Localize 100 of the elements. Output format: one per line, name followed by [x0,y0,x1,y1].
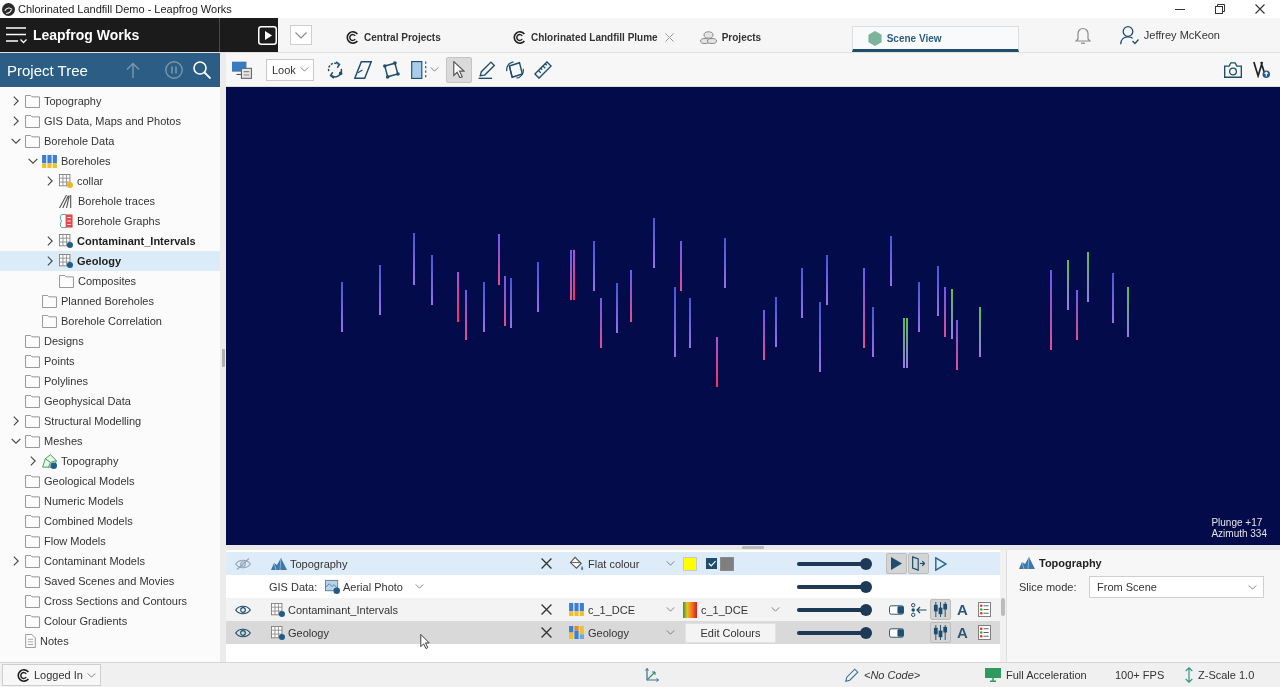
slanted-lines-icon [59,194,74,208]
tree-item[interactable]: Boreholes [0,151,220,171]
tree-item[interactable]: Borehole Data [0,131,220,151]
tree-item[interactable]: Borehole traces [0,191,220,211]
folder-icon [25,534,40,548]
eye-icon[interactable] [234,627,251,638]
close-icon [540,558,552,569]
tree-item[interactable]: Cross Sections and Contours [0,591,220,611]
chevron-right-icon[interactable] [47,236,53,246]
colour-mode-dropdown[interactable]: c_1_DCE [569,599,675,620]
chevron-down-icon[interactable] [11,438,21,444]
label-button[interactable]: A [952,599,973,620]
view-mode-dropdown[interactable]: Look [266,58,314,81]
chevron-right-icon[interactable] [13,556,19,566]
folder-icon [25,334,40,348]
tree-item[interactable]: Structural Modelling [0,411,220,431]
tab-list-button[interactable] [290,25,312,45]
tree-item[interactable]: GIS Data, Maps and Photos [0,111,220,131]
chevron-down-icon[interactable] [11,138,21,144]
chevron-right-icon[interactable] [13,116,19,126]
document-icon [25,634,36,648]
code-button[interactable]: <No Code> [845,668,921,682]
slider-thumb[interactable] [860,557,872,570]
close-tab-button[interactable] [662,30,677,45]
tree-item[interactable]: Meshes [0,431,220,451]
chevron-right-icon[interactable] [47,176,53,186]
checkbox[interactable] [706,558,717,569]
field-dropdown[interactable]: From Scene [1089,576,1264,598]
label-button[interactable]: A [952,622,973,643]
chevron-right-icon[interactable] [47,256,53,266]
bars-button[interactable] [930,622,951,643]
caret-icon [1248,584,1257,590]
slider-thumb[interactable] [860,580,872,593]
tree-item[interactable]: Numeric Models [0,491,220,511]
scene-view[interactable]: Plunge +17 Azimuth 334 [226,87,1280,545]
opacity-slider[interactable] [797,580,872,593]
window-title: Chlorinated Landfill Demo - Leapfrog Works [18,3,232,15]
resize-handle[interactable] [742,546,764,549]
scrollbar[interactable] [1001,598,1005,616]
tree-item[interactable]: Geological Models [0,471,220,491]
chevron-right-icon[interactable] [30,456,36,466]
shape-row[interactable]: Contaminant_Intervals c_1_DCE c_1_DCE A [226,598,1000,621]
tree-item[interactable]: collar [0,171,220,191]
tree-item[interactable]: Polylines [0,371,220,391]
edit-colours-button[interactable]: Edit Colours [685,622,776,643]
select-button[interactable] [446,56,472,83]
colour-mode-dropdown[interactable]: Flat colour [569,553,675,574]
tree-item[interactable]: Borehole Correlation [0,311,220,331]
colour-swatch-icon[interactable] [683,556,697,571]
chevron-down-icon[interactable] [28,158,38,164]
table-icon [59,254,73,268]
tree-item[interactable]: Contaminant Models [0,551,220,571]
shape-row[interactable]: Topography Flat colour [226,552,1000,575]
tab[interactable]: Scene View [851,26,1019,52]
opacity-slider[interactable] [797,626,872,639]
vertical-arrows-icon [1185,667,1193,683]
folder-icon [25,114,40,128]
colour-swatch-icon[interactable] [720,556,734,571]
tree-item[interactable]: Points [0,351,220,371]
remove-button[interactable] [540,604,552,615]
chevron-right-icon[interactable] [13,96,19,106]
slider-thumb[interactable] [860,603,872,616]
tree-item[interactable]: Colour Gradients [0,611,220,631]
slice-button[interactable] [908,553,929,574]
opacity-slider[interactable] [797,603,872,616]
tree-item[interactable]: Composites [0,271,220,291]
tree-item[interactable]: Topography [0,91,220,111]
remove-button[interactable] [540,558,552,569]
chevron-right-icon[interactable] [13,416,19,426]
colour-mode-dropdown[interactable]: Geology [569,622,675,643]
remove-button[interactable] [540,627,552,638]
tree-item[interactable]: Flow Models [0,531,220,551]
bars-button[interactable] [930,599,951,620]
c-logo-icon [513,31,526,44]
tree-item[interactable]: Topography [0,451,220,471]
user-menu-button[interactable]: Jeffrey McKeon [1119,25,1220,45]
tree-item[interactable]: Notes [0,631,220,651]
tree-item[interactable]: Combined Models [0,511,220,531]
eye-icon[interactable] [234,604,251,615]
tree-item[interactable]: Geology [0,251,220,271]
colourmap-dropdown[interactable]: c_1_DCE [683,599,780,620]
stack-icon [699,30,717,45]
tree-item[interactable]: Saved Scenes and Movies [0,571,220,591]
opacity-slider[interactable] [797,557,872,570]
tab[interactable]: Chlorinated Landfill Plume [498,26,685,52]
tree-item[interactable]: Designs [0,331,220,351]
user-icon [1119,25,1139,45]
resize-handle[interactable] [221,348,225,367]
slider-thumb[interactable] [860,626,872,639]
source-dropdown[interactable]: Aerial Photo [325,576,424,597]
play-button[interactable] [886,553,907,574]
tree-item[interactable]: Geophysical Data [0,391,220,411]
tree-item[interactable]: Contaminant_Intervals [0,231,220,251]
pointer-icon [453,61,465,78]
tab[interactable]: Central Projects [331,26,498,52]
shape-row[interactable]: Geology Geology Edit Colours A [226,621,1000,644]
login-button[interactable]: Logged In [2,664,101,686]
tree-item[interactable]: Planned Boreholes [0,291,220,311]
tab[interactable]: Projects [684,26,852,52]
tree-item[interactable]: Borehole Graphs [0,211,220,231]
